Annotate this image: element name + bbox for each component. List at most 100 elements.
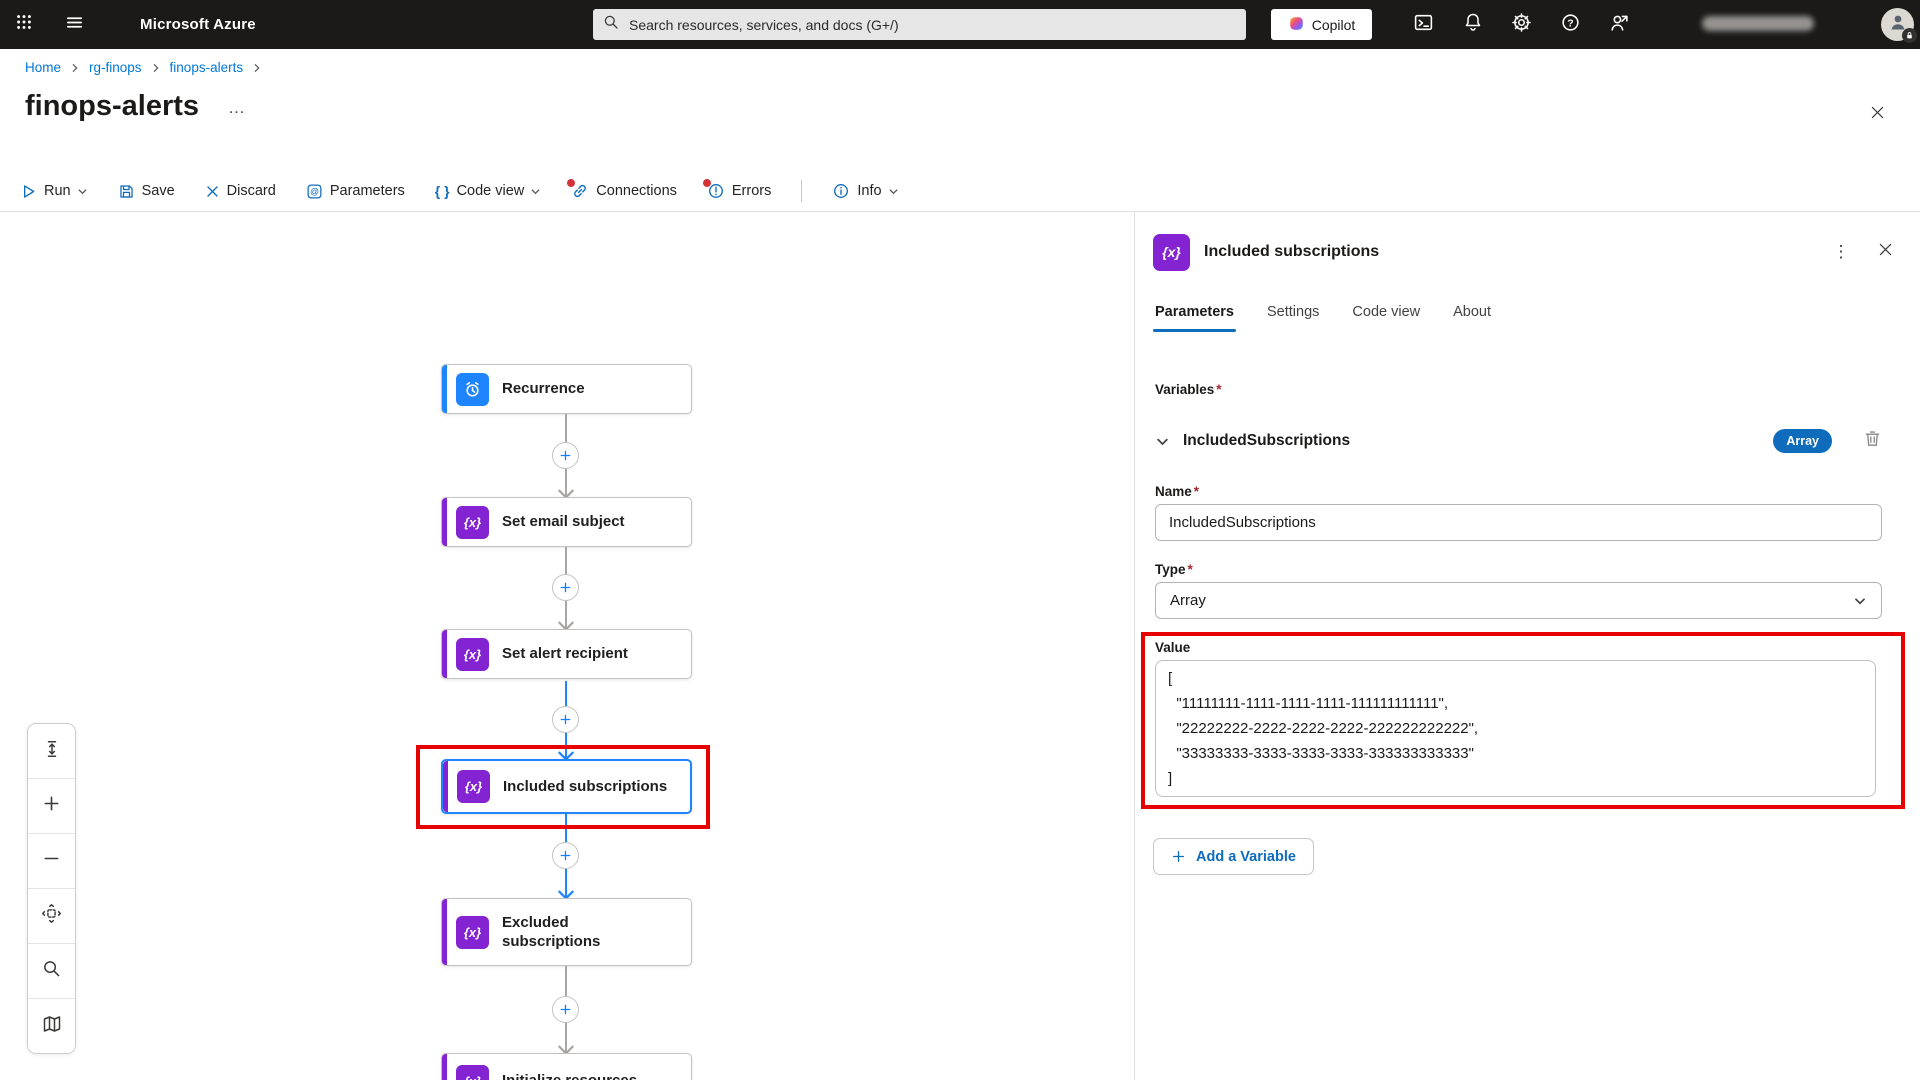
connections-button[interactable]: Connections bbox=[571, 182, 677, 200]
node-accent bbox=[442, 365, 447, 413]
lock-icon bbox=[1902, 28, 1917, 43]
panel-more-button[interactable]: ⋮ bbox=[1826, 237, 1856, 267]
insert-step-button[interactable] bbox=[552, 996, 579, 1023]
info-circle-icon bbox=[832, 182, 850, 200]
plus-icon bbox=[1171, 849, 1186, 864]
tab-parameters[interactable]: Parameters bbox=[1155, 304, 1234, 332]
connections-label: Connections bbox=[596, 183, 677, 199]
info-label: Info bbox=[857, 183, 881, 199]
variable-icon: {x} bbox=[456, 638, 489, 671]
name-field-label: Name* bbox=[1155, 484, 1199, 499]
node-label: Set alert recipient bbox=[502, 644, 628, 664]
page-close-button[interactable] bbox=[1862, 100, 1892, 130]
workflow-node-initialize-resources[interactable]: {x} Initialize resources bbox=[441, 1053, 692, 1080]
settings-button[interactable] bbox=[1497, 0, 1546, 49]
parameters-button[interactable]: @ Parameters bbox=[306, 183, 405, 200]
workflow-node-included-subscriptions[interactable]: {x} Included subscriptions bbox=[441, 759, 692, 814]
azure-brand[interactable]: Microsoft Azure bbox=[140, 0, 256, 49]
add-variable-button[interactable]: Add a Variable bbox=[1153, 838, 1314, 875]
waffle-menu-button[interactable] bbox=[0, 0, 48, 49]
workflow-node-recurrence[interactable]: Recurrence bbox=[441, 364, 692, 414]
pan-tool-button[interactable] bbox=[28, 888, 75, 943]
command-bar-divider bbox=[801, 180, 802, 202]
recurrence-clock-icon bbox=[456, 373, 489, 406]
save-label: Save bbox=[142, 183, 175, 199]
workflow-node-set-email-subject[interactable]: {x} Set email subject bbox=[441, 497, 692, 547]
node-accent bbox=[442, 1054, 447, 1080]
fit-view-button[interactable] bbox=[28, 724, 75, 778]
tab-settings[interactable]: Settings bbox=[1267, 304, 1319, 332]
variable-icon: {x} bbox=[456, 916, 489, 949]
chevron-down-icon[interactable] bbox=[1155, 434, 1170, 449]
command-bar: Run Save Discard @ Parameters { } Code v… bbox=[0, 171, 1920, 212]
azure-portal: Microsoft Azure Copilot ? Home rg-finops… bbox=[0, 0, 1920, 1080]
copilot-label: Copilot bbox=[1312, 17, 1356, 33]
plus-icon bbox=[42, 794, 61, 818]
chevron-down-icon bbox=[77, 186, 88, 197]
workflow-node-set-alert-recipient[interactable]: {x} Set alert recipient bbox=[441, 629, 692, 679]
person-feedback-icon bbox=[1609, 12, 1630, 38]
chevron-right-icon bbox=[70, 63, 80, 73]
search-input[interactable] bbox=[627, 16, 1236, 34]
run-button[interactable]: Run bbox=[20, 183, 88, 200]
tab-about[interactable]: About bbox=[1453, 304, 1491, 332]
zoom-out-button[interactable] bbox=[28, 833, 75, 888]
feedback-button[interactable] bbox=[1595, 0, 1644, 49]
insert-step-button[interactable] bbox=[552, 706, 579, 733]
page-more-button[interactable]: … bbox=[228, 98, 246, 118]
chevron-down-icon bbox=[888, 186, 899, 197]
save-button[interactable]: Save bbox=[118, 183, 175, 200]
chevron-down-icon bbox=[530, 186, 541, 197]
tab-code-view[interactable]: Code view bbox=[1352, 304, 1420, 332]
canvas-search-button[interactable] bbox=[28, 943, 75, 998]
chevron-down-icon bbox=[1853, 594, 1867, 608]
help-button[interactable]: ? bbox=[1546, 0, 1595, 49]
connector bbox=[565, 547, 567, 629]
minimap-button[interactable] bbox=[28, 998, 75, 1053]
avatar[interactable] bbox=[1881, 8, 1914, 41]
svg-text:?: ? bbox=[1567, 17, 1573, 29]
zoom-in-button[interactable] bbox=[28, 778, 75, 833]
panel-close-button[interactable] bbox=[1870, 237, 1900, 267]
node-accent bbox=[442, 630, 447, 678]
discard-x-icon bbox=[205, 184, 220, 199]
workflow-node-excluded-subscriptions[interactable]: {x} Excluded subscriptions bbox=[441, 898, 692, 966]
info-button[interactable]: Info bbox=[832, 182, 898, 200]
notifications-button[interactable] bbox=[1448, 0, 1497, 49]
breadcrumb-rg-finops[interactable]: rg-finops bbox=[89, 60, 142, 75]
hamburger-menu-button[interactable] bbox=[50, 0, 98, 49]
cloud-shell-button[interactable] bbox=[1399, 0, 1448, 49]
variable-icon: {x} bbox=[456, 506, 489, 539]
connector bbox=[565, 414, 567, 497]
fit-height-icon bbox=[42, 739, 62, 764]
errors-label: Errors bbox=[732, 183, 771, 199]
required-asterisk: * bbox=[1216, 382, 1221, 397]
waffle-icon bbox=[15, 13, 33, 36]
breadcrumb-finops-alerts[interactable]: finops-alerts bbox=[170, 60, 244, 75]
insert-step-button[interactable] bbox=[552, 442, 579, 469]
errors-button[interactable]: Errors bbox=[707, 182, 771, 200]
variable-name-heading[interactable]: IncludedSubscriptions bbox=[1183, 432, 1350, 450]
global-search bbox=[593, 9, 1246, 40]
close-icon bbox=[1877, 241, 1894, 263]
breadcrumb-home[interactable]: Home bbox=[25, 60, 61, 75]
discard-button[interactable]: Discard bbox=[205, 183, 276, 199]
variable-type-select[interactable]: Array bbox=[1155, 582, 1882, 619]
variable-icon: {x} bbox=[456, 1065, 489, 1080]
map-icon bbox=[42, 1014, 62, 1039]
discard-label: Discard bbox=[227, 183, 276, 199]
variable-value-editor[interactable]: [ "11111111-1111-1111-1111-111111111111"… bbox=[1155, 660, 1876, 797]
page-title: finops-alerts bbox=[25, 90, 199, 123]
terminal-icon bbox=[1413, 12, 1434, 38]
variable-name-input[interactable] bbox=[1155, 504, 1882, 541]
copilot-button[interactable]: Copilot bbox=[1271, 9, 1372, 40]
insert-step-button[interactable] bbox=[552, 842, 579, 869]
chevron-right-icon bbox=[252, 63, 262, 73]
code-view-button[interactable]: { } Code view bbox=[435, 183, 542, 199]
delete-variable-button[interactable] bbox=[1860, 429, 1884, 453]
add-variable-label: Add a Variable bbox=[1196, 849, 1296, 865]
account-name-redacted bbox=[1702, 16, 1814, 31]
variable-icon: {x} bbox=[1153, 234, 1190, 271]
insert-step-button[interactable] bbox=[552, 574, 579, 601]
bell-icon bbox=[1463, 12, 1483, 37]
